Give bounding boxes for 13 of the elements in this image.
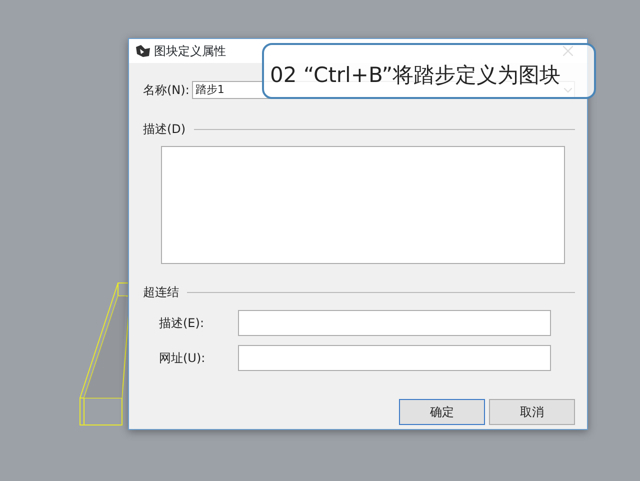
field-label: 描述(E):	[159, 315, 205, 332]
input-field[interactable]	[238, 345, 551, 371]
cancel-button[interactable]: 取消	[489, 399, 575, 425]
section-label: 描述(D)	[143, 121, 186, 138]
window-title: 图块定义属性	[154, 43, 226, 60]
name-label: 名称(N):	[143, 82, 190, 99]
section-label: 超连结	[143, 284, 179, 301]
callout-text: 02 “Ctrl+B”将踏步定义为图块	[270, 64, 561, 87]
description-textarea[interactable]	[161, 146, 565, 264]
field-label: 网址(U):	[159, 350, 206, 367]
ok-button[interactable]: 确定	[399, 399, 485, 425]
app-icon	[135, 44, 151, 58]
input-field[interactable]	[238, 310, 551, 336]
